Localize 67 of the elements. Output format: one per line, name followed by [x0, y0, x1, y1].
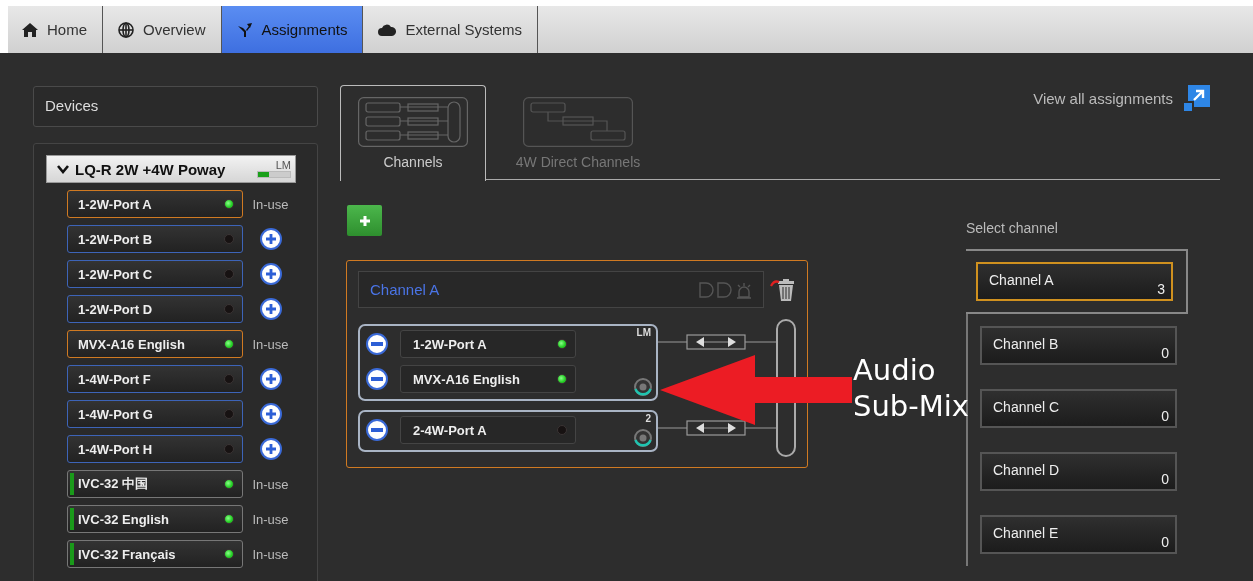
sub-mix-knob-icon[interactable]: [633, 377, 653, 397]
port-item[interactable]: 2-4W-Port A: [400, 416, 576, 444]
add-port-button[interactable]: [259, 298, 282, 320]
annotation-label: Audio Sub-Mix: [853, 352, 969, 424]
minus-icon: [371, 377, 383, 381]
channel-icons-drawing: [698, 280, 752, 299]
select-channel-label: Select channel: [966, 220, 1059, 236]
channel-item[interactable]: Channel C 0: [980, 389, 1177, 428]
view-all-link[interactable]: View all assignments: [1033, 90, 1173, 107]
port-status: In-use: [252, 511, 289, 527]
port-item[interactable]: IVC-32 English: [67, 505, 243, 533]
external-link-icon[interactable]: [1183, 85, 1210, 112]
port-item[interactable]: IVC-32 中国: [67, 470, 243, 498]
port-item[interactable]: 1-2W-Port B: [67, 225, 243, 253]
add-port-button[interactable]: [259, 368, 282, 390]
port-item[interactable]: MVX-A16 English: [67, 330, 243, 358]
port-item[interactable]: IVC-32 Français: [67, 540, 243, 568]
add-port-button[interactable]: [259, 263, 282, 285]
trash-icon[interactable]: [770, 277, 796, 302]
remove-button[interactable]: [366, 419, 388, 441]
port-status: In-use: [252, 476, 289, 492]
devices-header: Devices: [33, 86, 318, 127]
nav-tab[interactable]: Assignments: [221, 6, 364, 53]
group-label: LM: [636, 327, 651, 338]
channel-item[interactable]: Channel A 3: [976, 262, 1173, 301]
channel-item[interactable]: Channel E 0: [980, 515, 1177, 554]
device-name: LQ-R 2W +4W Poway: [75, 160, 227, 178]
port-item[interactable]: 1-2W-Port A: [67, 190, 243, 218]
add-port-button[interactable]: [259, 403, 282, 425]
cloud-icon: [378, 23, 397, 36]
port-item[interactable]: 1-4W-Port G: [67, 400, 243, 428]
channel-item[interactable]: Channel B 0: [980, 326, 1177, 365]
port-item[interactable]: 1-2W-Port C: [67, 260, 243, 288]
plus-icon: [264, 408, 277, 420]
port-status: In-use: [252, 336, 289, 352]
port-status: In-use: [252, 546, 289, 562]
sub-mix-knob-icon[interactable]: [633, 428, 653, 448]
add-port-button[interactable]: [259, 438, 282, 460]
group-label: 2: [645, 413, 651, 424]
plus-icon: [358, 214, 371, 227]
chevron-icon[interactable]: [57, 164, 69, 174]
port-item[interactable]: 1-2W-Port D: [67, 295, 243, 323]
remove-button[interactable]: [366, 333, 388, 355]
port-status: In-use: [252, 196, 289, 212]
direct-diagram-icon: [523, 97, 633, 147]
device-header[interactable]: LQ-R 2W +4W Poway LM: [46, 155, 296, 183]
plus-icon: [264, 303, 277, 315]
channel-name-field[interactable]: Channel A: [358, 271, 764, 308]
minus-icon: [371, 342, 383, 346]
port-item[interactable]: 1-4W-Port F: [67, 365, 243, 393]
home-icon: [22, 22, 38, 37]
plus-icon: [264, 373, 277, 385]
add-button[interactable]: [347, 205, 382, 236]
add-port-button[interactable]: [259, 228, 282, 250]
channels-diagram-icon: [358, 97, 468, 147]
view-tab[interactable]: Channels: [340, 85, 486, 181]
remove-button[interactable]: [366, 368, 388, 390]
device-badge-label: LM: [275, 160, 291, 171]
port-item[interactable]: MVX-A16 English: [400, 365, 576, 393]
channel-item[interactable]: Channel D 0: [980, 452, 1177, 491]
port-item[interactable]: 1-2W-Port A: [400, 330, 576, 358]
globe-icon: [118, 21, 134, 38]
plus-icon: [264, 268, 277, 280]
port-item[interactable]: 1-4W-Port H: [67, 435, 243, 463]
minus-icon: [371, 428, 383, 432]
plus-icon: [264, 443, 277, 455]
plus-icon: [264, 233, 277, 245]
